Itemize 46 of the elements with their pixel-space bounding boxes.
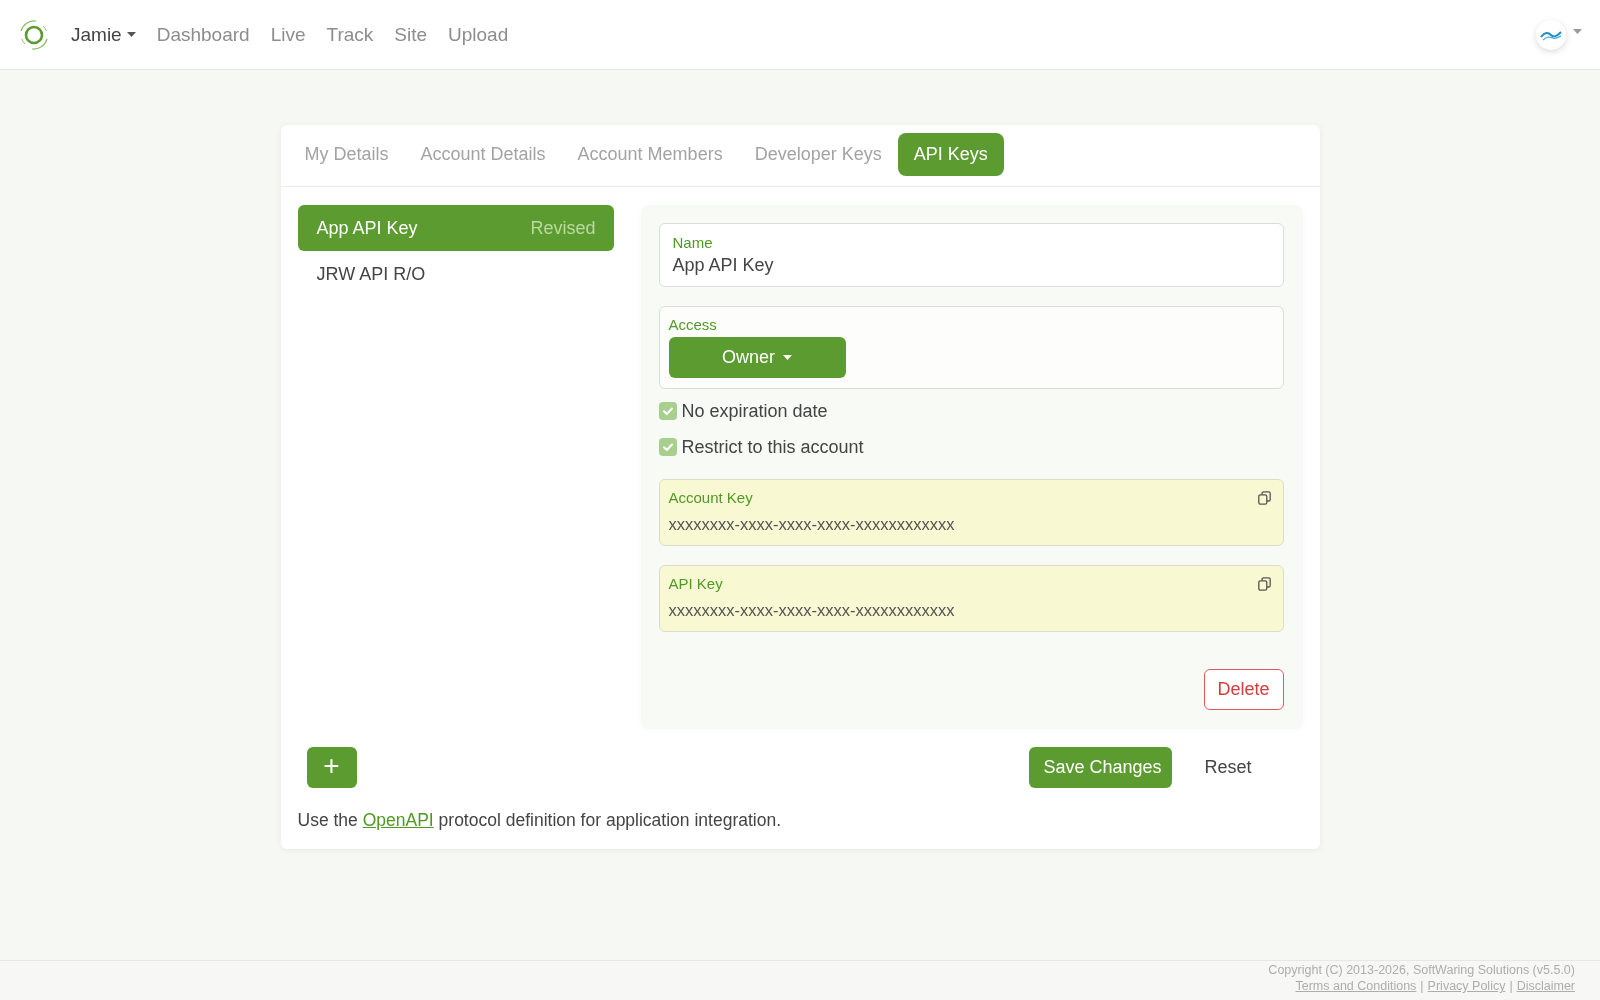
key-value: xxxxxxxx-xxxx-xxxx-xxxx-xxxxxxxxxxxx [668,514,956,535]
checkbox[interactable] [658,402,677,420]
key-name: JRW API R/O [316,263,426,285]
field-label: API Key [668,574,723,594]
checkbox[interactable] [658,438,677,456]
copy-icon[interactable] [1257,491,1271,505]
status-text: Revised [530,217,596,239]
delete-button[interactable]: Delete [1203,669,1284,710]
footer-link[interactable]: Terms and Conditions [1295,978,1417,994]
nav-link[interactable]: Upload [448,23,509,46]
user-menu-button[interactable]: Jamie [71,23,136,46]
wave-avatar-icon[interactable] [1536,19,1566,50]
checkbox-label: Restrict to this account [681,436,864,458]
key-value: xxxxxxxx-xxxx-xxxx-xxxx-xxxxxxxxxxxx [668,600,956,621]
tab[interactable]: Developer Keys [738,133,898,176]
caret-icon[interactable] [126,32,136,37]
nav-link[interactable]: Track [326,23,374,46]
field-label: Access [668,315,718,335]
copyright-text: Copyright (C) 2013-2026, SoftWaring Solutions (v5.5.0) [1268,962,1575,978]
link-separator: | [1509,978,1513,994]
nav-link[interactable]: Live [270,23,306,46]
nav-link[interactable]: Site [394,23,428,46]
checkbox-label: No expiration date [681,400,828,422]
key-name: App API Key [316,217,418,239]
add-button[interactable]: + [306,747,357,788]
tab[interactable]: Account Members [561,133,739,176]
key-list-item[interactable]: App API Key Revised [297,205,614,251]
footer-link[interactable]: Disclaimer [1516,978,1575,994]
copy-icon[interactable] [1257,577,1271,591]
name-field[interactable]: Name App API Key [658,223,1284,287]
footer-link[interactable]: Privacy Policy [1427,978,1506,994]
nav-link[interactable]: Dashboard [156,23,250,46]
tab[interactable]: API Keys [897,133,1004,176]
doc-link[interactable]: OpenAPI [362,810,434,830]
field-label: Name [672,233,714,253]
tab[interactable]: Account Details [404,133,562,176]
tab[interactable]: My Details [288,133,405,176]
field-label: Account Key [668,488,753,508]
reset-button[interactable]: Reset [1188,747,1268,788]
access-dropdown[interactable]: Owner [668,337,846,378]
key-list-item[interactable]: JRW API R/O [297,251,614,297]
save-button[interactable]: Save Changes [1029,747,1173,788]
caret-icon[interactable] [783,355,792,360]
link-separator: | [1420,978,1424,994]
help-text: Use the OpenAPI protocol definition for application integration. [297,809,783,832]
field-value: App API Key [672,254,775,277]
